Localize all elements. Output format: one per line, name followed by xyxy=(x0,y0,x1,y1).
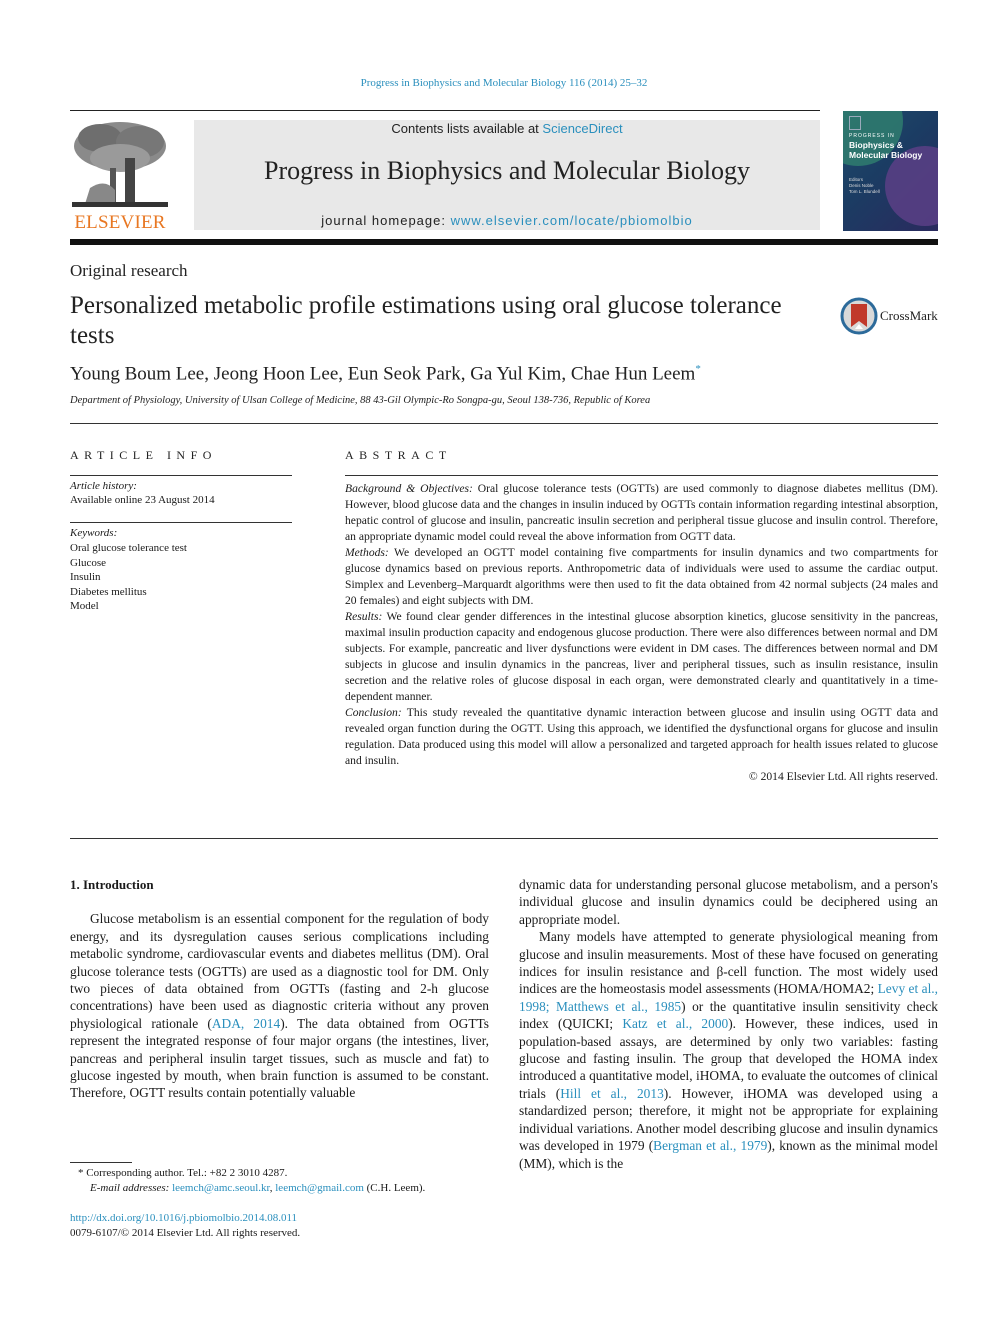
divider xyxy=(70,423,938,424)
keyword: Insulin xyxy=(70,571,101,583)
elsevier-wordmark: ELSEVIER xyxy=(74,212,166,233)
journal-title: Progress in Biophysics and Molecular Bio… xyxy=(263,156,750,185)
abstract-copyright: © 2014 Elsevier Ltd. All rights reserved… xyxy=(748,770,938,783)
journal-homepage-link[interactable]: www.elsevier.com/locate/pbiomolbio xyxy=(451,213,693,228)
citation-link[interactable]: Bergman et al., 1979 xyxy=(653,1138,767,1153)
abstract-section-text: We developed an OGTT model containing fi… xyxy=(345,546,938,607)
divider xyxy=(70,475,292,476)
abstract-section-label: Conclusion: xyxy=(345,706,402,719)
divider xyxy=(345,475,938,476)
body-paragraph: dynamic data for understanding personal … xyxy=(519,877,938,927)
article-title: Personalized metabolic profile estimatio… xyxy=(70,292,782,349)
sciencedirect-link[interactable]: ScienceDirect xyxy=(542,121,622,136)
keyword: Model xyxy=(70,600,99,612)
keyword: Glucose xyxy=(70,556,107,569)
doi-link[interactable]: http://dx.doi.org/10.1016/j.pbiomolbio.2… xyxy=(70,1211,300,1226)
abstract-methods: Methods: We developed an OGTT model cont… xyxy=(345,545,938,609)
header-top-rule xyxy=(70,110,820,111)
abstract-results: Results: We found clear gender differenc… xyxy=(345,609,938,705)
divider xyxy=(70,838,938,839)
body-paragraph: Glucose metabolism is an essential compo… xyxy=(70,910,489,1101)
footnote-emails: E-mail addresses: leemch@amc.seoul.kr, l… xyxy=(78,1181,425,1196)
abstract-section-label: Background & Objectives: xyxy=(345,482,473,495)
elsevier-tree-icon xyxy=(72,122,168,207)
issn-copyright: 0079-6107/© 2014 Elsevier Ltd. All right… xyxy=(70,1227,301,1239)
cover-editors: Editors Denis Noble Tom L. Blundell xyxy=(849,177,880,195)
cover-elsevier-icon xyxy=(849,116,861,130)
journal-reference-link[interactable]: Progress in Biophysics and Molecular Bio… xyxy=(0,77,992,89)
journal-cover-image[interactable]: PROGRESS IN Biophysics & Molecular Biolo… xyxy=(843,111,938,231)
abstract-section-text: We found clear gender differences in the… xyxy=(345,610,938,703)
elsevier-logo[interactable]: ELSEVIER xyxy=(70,118,170,233)
article-type: Original research xyxy=(70,261,188,280)
abstract-background: Background & Objectives: Oral glucose to… xyxy=(345,481,938,545)
keywords-label: Keywords: xyxy=(70,527,118,539)
paragraph-text: Glucose metabolism is an essential compo… xyxy=(70,911,489,1031)
email-label: E-mail addresses: xyxy=(90,1182,170,1194)
abstract-section-text: This study revealed the quantitative dyn… xyxy=(345,706,938,767)
abstract-conclusion: Conclusion: This study revealed the quan… xyxy=(345,705,938,769)
citation-link[interactable]: ADA, 2014 xyxy=(212,1016,280,1031)
divider xyxy=(70,522,292,523)
footnote-rule xyxy=(70,1162,132,1163)
paragraph-text: Many models have attempted to generate p… xyxy=(519,929,938,997)
homepage-line: journal homepage: www.elsevier.com/locat… xyxy=(194,213,820,228)
article-history-value: Available online 23 August 2014 xyxy=(70,494,215,506)
contents-prefix: Contents lists available at xyxy=(391,121,543,136)
corresponding-author-mark[interactable]: * xyxy=(695,363,701,375)
abstract-section-label: Methods: xyxy=(345,546,389,559)
crossmark-button[interactable]: CrossMark xyxy=(840,297,940,335)
article-history-label: Article history: xyxy=(70,480,137,492)
article-info-heading: ARTICLE INFO xyxy=(70,448,217,462)
keywords-list: Oral glucose tolerance test Glucose Insu… xyxy=(70,541,187,614)
header-thick-rule xyxy=(70,239,938,245)
footnote-line: * Corresponding author. Tel.: +82 2 3010… xyxy=(78,1166,425,1181)
keyword: Diabetes mellitus xyxy=(70,585,147,598)
crossmark-label: CrossMark xyxy=(880,308,938,323)
email-link[interactable]: leemch@gmail.com xyxy=(275,1182,364,1194)
body-paragraph: Many models have attempted to generate p… xyxy=(519,928,938,1172)
citation-link[interactable]: Katz et al., 2000 xyxy=(622,1016,728,1031)
cover-editor: Tom L. Blundell xyxy=(849,189,880,194)
email-link[interactable]: leemch@amc.seoul.kr xyxy=(172,1182,270,1194)
citation-link[interactable]: Hill et al., 2013 xyxy=(560,1086,664,1101)
body-column-right: dynamic data for understanding personal … xyxy=(519,876,938,1172)
homepage-prefix: journal homepage: xyxy=(321,213,451,228)
journal-banner: Contents lists available at ScienceDirec… xyxy=(194,120,820,230)
abstract-section-label: Results: xyxy=(345,610,383,623)
authors-names: Young Boum Lee, Jeong Hoon Lee, Eun Seok… xyxy=(70,363,696,385)
abstract-heading: ABSTRACT xyxy=(345,448,452,462)
body-column-left: 1. Introduction Glucose metabolism is an… xyxy=(70,876,489,1102)
section-heading-introduction: 1. Introduction xyxy=(70,877,154,892)
crossmark-icon xyxy=(840,297,878,335)
contents-line: Contents lists available at ScienceDirec… xyxy=(194,121,820,136)
cover-title: Biophysics & Molecular Biology xyxy=(849,140,923,160)
abstract-body: Background & Objectives: Oral glucose to… xyxy=(345,481,938,785)
author-list: Young Boum Lee, Jeong Hoon Lee, Eun Seok… xyxy=(70,363,701,385)
doi-block: http://dx.doi.org/10.1016/j.pbiomolbio.2… xyxy=(70,1211,300,1241)
email-suffix: (C.H. Leem). xyxy=(363,1182,426,1194)
footnote-text: Corresponding author. Tel.: +82 2 3010 4… xyxy=(83,1167,288,1179)
affiliation: Department of Physiology, University of … xyxy=(70,395,651,406)
cover-small-title: PROGRESS IN xyxy=(849,133,895,139)
keyword: Oral glucose tolerance test xyxy=(70,542,187,554)
corresponding-author-footnote: * Corresponding author. Tel.: +82 2 3010… xyxy=(78,1166,425,1196)
